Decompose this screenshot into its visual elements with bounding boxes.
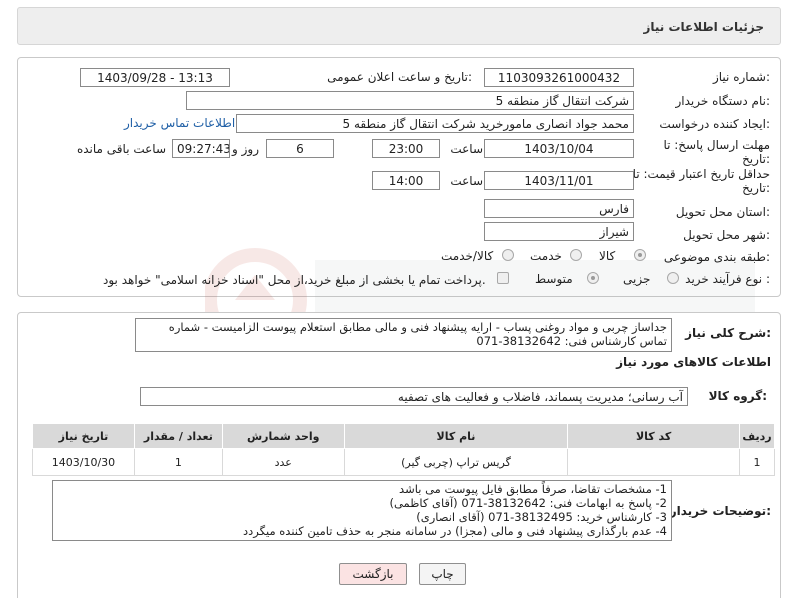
category-option-goods-service: کالا/خدمت bbox=[441, 249, 494, 263]
goods-section-title: اطلاعات کالاهای مورد نیاز bbox=[616, 355, 771, 369]
buyer-note-line: 4- عدم بارگذاری پیشنهاد فنی و مالی (مجزا… bbox=[243, 524, 667, 538]
buyer-note-line: 2- پاسخ به ابهامات فنی: 38132642-071 (آق… bbox=[389, 496, 667, 510]
header-unit: واحد شمارش bbox=[221, 423, 345, 449]
table-header-row: تاریخ نیاز تعداد / مقدار واحد شمارش نام … bbox=[32, 423, 776, 449]
category-radio-goods-service[interactable] bbox=[502, 249, 514, 261]
deadline-date-field[interactable]: 1403/10/04 bbox=[484, 139, 634, 158]
days-remaining-field[interactable]: 6 bbox=[266, 139, 334, 158]
description-field[interactable]: جداساز چربی و مواد روغنی پساب - ارایه پی… bbox=[135, 318, 672, 352]
cell-name: گریس تراپ (چربی گیر) bbox=[343, 448, 569, 476]
header-row: ردیف bbox=[738, 423, 776, 449]
description-line-2: تماس کارشناس فنی: 38132642-071 bbox=[476, 334, 667, 348]
cell-qty: 1 bbox=[133, 448, 223, 476]
buyer-contact-link[interactable]: اطلاعات تماس خریدار bbox=[124, 116, 235, 130]
header-name: نام کالا bbox=[343, 423, 569, 449]
city-label: شهر محل تحویل: bbox=[683, 228, 770, 242]
need-number-label: شماره نیاز: bbox=[712, 70, 770, 84]
announce-label: تاریخ و ساعت اعلان عمومی: bbox=[327, 70, 472, 84]
min-validity-label: حداقل تاریخ اعتبار قیمت: تا bbox=[632, 167, 770, 181]
category-label: طبقه بندی موضوعی: bbox=[663, 250, 770, 264]
province-label: استان محل تحویل: bbox=[675, 205, 770, 219]
buyer-notes-label: توضیحات خریدار: bbox=[669, 504, 771, 518]
need-number-field[interactable]: 1103093261000432 bbox=[484, 68, 634, 87]
min-validity-date-label: تاریخ: bbox=[742, 181, 770, 195]
category-radio-goods[interactable] bbox=[634, 249, 646, 261]
treasury-note: پرداخت تمام یا بخشی از مبلغ خرید،از محل … bbox=[103, 273, 486, 287]
category-radio-service[interactable] bbox=[570, 249, 582, 261]
cell-row: 1 bbox=[738, 448, 776, 476]
min-validity-date-field[interactable]: 1403/11/01 bbox=[484, 171, 634, 190]
category-option-service: خدمت bbox=[530, 249, 562, 263]
process-option-medium: متوسط bbox=[535, 272, 573, 286]
deadline-time-label: ساعت bbox=[450, 142, 483, 156]
time-remaining-field[interactable]: 09:27:43 bbox=[172, 139, 230, 158]
creator-field[interactable]: محمد جواد انصاری مامورخرید شرکت انتقال گ… bbox=[236, 114, 634, 133]
header-date: تاریخ نیاز bbox=[32, 423, 135, 449]
process-radio-minor[interactable] bbox=[667, 272, 679, 284]
buyer-note-line: 3- کارشناس خرید: 38132495-071 (آقای انصا… bbox=[416, 510, 667, 524]
page-header: جزئیات اطلاعات نیاز bbox=[17, 7, 781, 45]
province-field[interactable]: فارس bbox=[484, 199, 634, 218]
header-code: کد کالا bbox=[567, 423, 740, 449]
treasury-checkbox[interactable] bbox=[497, 272, 509, 284]
process-label: نوع فرآیند خرید : bbox=[685, 272, 770, 286]
cell-unit: عدد bbox=[221, 448, 345, 476]
page-title: جزئیات اطلاعات نیاز bbox=[643, 20, 764, 34]
announce-datetime-field[interactable]: 1403/09/28 - 13:13 bbox=[80, 68, 230, 87]
items-table: تاریخ نیاز تعداد / مقدار واحد شمارش نام … bbox=[32, 423, 776, 476]
back-button[interactable]: بازگشت bbox=[339, 563, 407, 585]
cell-code bbox=[567, 448, 740, 476]
min-validity-time-field[interactable]: 14:00 bbox=[372, 171, 440, 190]
time-remaining-label: ساعت باقی مانده bbox=[76, 142, 166, 156]
buyer-notes-field[interactable]: 1- مشخصات تقاضا، صرفاً مطابق فایل پیوست … bbox=[52, 480, 672, 541]
deadline-time-field[interactable]: 23:00 bbox=[372, 139, 440, 158]
description-label: شرح کلی نیاز: bbox=[685, 326, 771, 340]
city-field[interactable]: شیراز bbox=[484, 222, 634, 241]
goods-group-label: گروه کالا: bbox=[708, 389, 767, 403]
buyer-note-line: 1- مشخصات تقاضا، صرفاً مطابق فایل پیوست … bbox=[399, 482, 667, 496]
table-row[interactable]: 1403/10/30 1 عدد گریس تراپ (چربی گیر) 1 bbox=[32, 448, 776, 476]
process-radio-medium[interactable] bbox=[587, 272, 599, 284]
buyer-org-label: نام دستگاه خریدار: bbox=[675, 94, 771, 108]
cell-date: 1403/10/30 bbox=[32, 448, 135, 476]
category-option-goods: کالا bbox=[599, 249, 616, 263]
process-option-minor: جزیی bbox=[623, 272, 651, 286]
deadline-label: مهلت ارسال پاسخ: تا bbox=[663, 138, 770, 152]
creator-label: ایجاد کننده درخواست: bbox=[659, 117, 770, 131]
buyer-org-field[interactable]: شرکت انتقال گاز منطقه 5 bbox=[186, 91, 634, 110]
print-button[interactable]: چاپ bbox=[419, 563, 466, 585]
goods-group-field[interactable]: آب رسانی؛ مدیریت پسماند، فاضلاب و فعالیت… bbox=[140, 387, 688, 406]
days-label: روز و bbox=[232, 142, 259, 156]
header-qty: تعداد / مقدار bbox=[133, 423, 223, 449]
deadline-date-label: تاریخ: bbox=[742, 152, 770, 166]
description-line-1: جداساز چربی و مواد روغنی پساب - ارایه پی… bbox=[168, 320, 667, 334]
min-validity-time-label: ساعت bbox=[450, 174, 483, 188]
